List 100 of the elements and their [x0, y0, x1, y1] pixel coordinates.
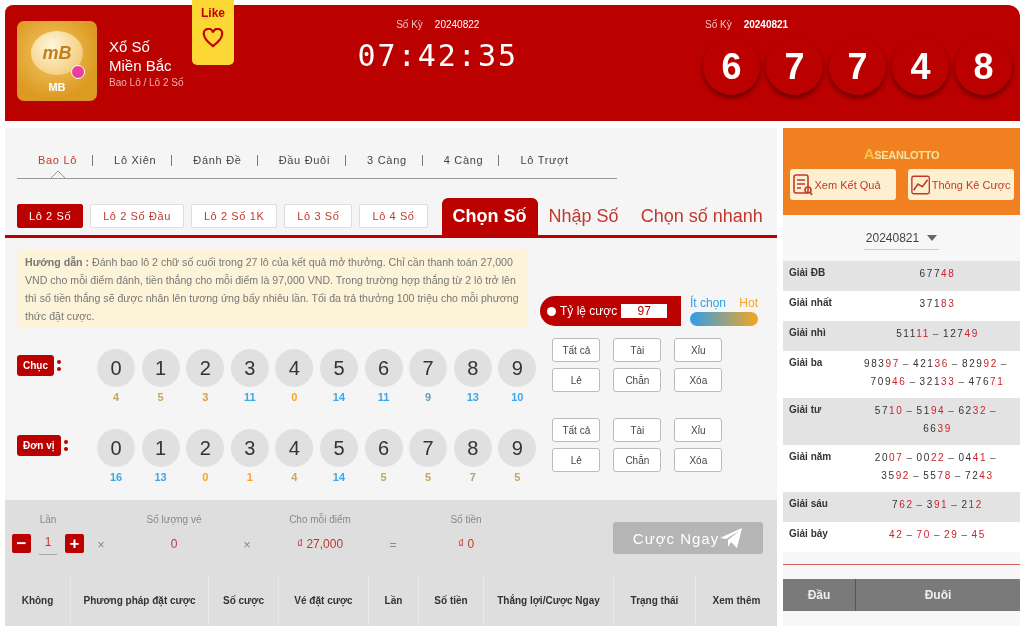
quick-pick-button[interactable]: Lẻ: [552, 448, 601, 472]
prize-label: Giải năm: [789, 451, 833, 462]
digit-ball[interactable]: 5: [319, 349, 358, 387]
prize-numbers: 67748: [918, 267, 957, 281]
digit-ball[interactable]: 0: [97, 429, 135, 467]
minus-button[interactable]: −: [12, 533, 31, 553]
digit-ball[interactable]: 3: [230, 349, 269, 387]
game-title: Xổ Số: [109, 37, 151, 56]
result-ball: 6: [703, 38, 760, 95]
column-header: Đầu: [783, 579, 856, 611]
sub-tab[interactable]: Lô 3 Số: [284, 204, 353, 228]
digit-ball[interactable]: 4: [275, 429, 314, 467]
mode-tab[interactable]: Chọn số nhanh: [629, 198, 774, 235]
quick-pick-button[interactable]: Lẻ: [552, 368, 601, 392]
prize-numbers: 98397 – 42136 – 82992 – 70946 – 32133 – 47671: [863, 357, 1009, 389]
quick-pick-button[interactable]: Xóa: [674, 448, 723, 472]
quick-pick-button[interactable]: Tài: [613, 418, 662, 442]
digit-count: 7: [469, 471, 476, 483]
game-tab[interactable]: Lô Xiên: [93, 142, 172, 178]
digit-ball[interactable]: 7: [409, 429, 448, 467]
sidebar-button[interactable]: Xem Kết Quả: [789, 169, 896, 200]
sub-tab[interactable]: Lô 2 Số: [17, 204, 84, 228]
result-ball: 7: [766, 38, 823, 95]
like-button[interactable]: Like: [192, 0, 234, 65]
column-header: Số cược: [209, 574, 279, 626]
game-tab[interactable]: 3 Càng: [346, 142, 422, 178]
sub-tab[interactable]: Lô 2 Số 1K: [190, 204, 278, 228]
date-dropdown[interactable]: 20240821: [863, 226, 940, 250]
digit-ball[interactable]: 7: [409, 349, 448, 387]
odds-label: Tỷ lệ cược: [560, 304, 618, 318]
digit-count: 0: [291, 391, 298, 403]
prize-label: Giải nhì: [789, 327, 827, 338]
digit-count: 5: [380, 471, 387, 483]
per-point-label: Cho mỗi điểm: [289, 514, 351, 525]
digit-count: 11: [377, 391, 390, 403]
digit-ball[interactable]: 8: [453, 349, 492, 387]
digit-count: 4: [291, 471, 298, 483]
plus-button[interactable]: +: [65, 533, 84, 553]
column-header: Phương pháp đặt cược: [71, 574, 209, 626]
digit-count: 0: [202, 471, 209, 483]
digit-ball[interactable]: 1: [141, 429, 180, 467]
digit-count: 16: [109, 471, 123, 483]
colon-icon: [63, 440, 68, 451]
quick-pick-button[interactable]: Tất cả: [552, 418, 601, 442]
prize-numbers: 2007 – 0022 – 0441 – 3592 – 5578 – 7243: [873, 451, 999, 483]
mode-tab[interactable]: Nhập Số: [537, 198, 630, 235]
digit-count: 4: [112, 391, 120, 403]
prize-label: Giải ĐB: [789, 267, 827, 278]
quick-pick-button[interactable]: Tài: [613, 338, 662, 362]
caret-icon: [927, 234, 938, 241]
digit-ball[interactable]: 0: [97, 349, 135, 387]
times-field[interactable]: 1: [39, 531, 57, 555]
digit-ball[interactable]: 9: [498, 429, 537, 467]
quick-pick-button[interactable]: Chẵn: [613, 448, 662, 472]
game-tab[interactable]: Đánh Đề: [172, 142, 257, 178]
quick-pick-button[interactable]: Xỉu: [674, 338, 723, 362]
sub-tab[interactable]: Lô 4 Số: [359, 204, 428, 228]
digit-count: 13: [154, 471, 167, 483]
quick-pick-button[interactable]: Chẵn: [613, 368, 662, 392]
game-tab[interactable]: Bao Lô: [17, 142, 93, 178]
breadcrumb: Bao Lô / Lô 2 Số: [109, 77, 184, 88]
digit-ball[interactable]: 1: [141, 349, 180, 387]
digit-ball[interactable]: 9: [498, 349, 537, 387]
column-header: Không: [5, 574, 71, 626]
brand-logo: ASEANLOTTO: [863, 145, 940, 162]
digit-ball[interactable]: 6: [364, 349, 403, 387]
game-tab[interactable]: 4 Càng: [422, 142, 499, 178]
prize-numbers: 762 – 391 – 212: [891, 498, 984, 512]
column-header: Lần: [369, 574, 419, 626]
sub-tab[interactable]: Lô 2 Số Đầu: [90, 204, 184, 228]
period-label: Số Kỳ: [705, 19, 732, 30]
digit-count: 14: [332, 391, 346, 403]
dot-icon: [547, 306, 556, 316]
result-ball: 7: [829, 38, 886, 95]
heart-icon: [202, 28, 224, 48]
digit-ball[interactable]: 4: [275, 349, 314, 387]
quick-pick-button[interactable]: Tất cả: [552, 338, 601, 362]
digit-ball[interactable]: 5: [319, 429, 358, 467]
column-header: Vé đặt cược: [279, 574, 369, 626]
digit-count: 5: [157, 391, 164, 403]
game-tab[interactable]: Lô Trượt: [499, 142, 584, 178]
odds-field[interactable]: 97: [621, 304, 668, 318]
sidebar-button[interactable]: Thông Kê Cược: [907, 169, 1014, 200]
result-ball: 8: [955, 38, 1012, 95]
cold-label: Ít chọn: [690, 296, 727, 310]
quick-pick-button[interactable]: Xỉu: [674, 418, 723, 442]
column-header: Xem thêm: [711, 593, 762, 608]
digit-ball[interactable]: 6: [364, 429, 403, 467]
digit-ball[interactable]: 3: [230, 429, 269, 467]
quick-pick-button[interactable]: Xóa: [674, 368, 723, 392]
prize-label: Giải bảy: [789, 528, 829, 539]
digit-count: 9: [425, 391, 432, 403]
digit-ball[interactable]: 8: [453, 429, 492, 467]
digit-count: 14: [332, 471, 346, 483]
column-header: Trạng thái: [614, 574, 696, 626]
times-label: Lần: [39, 514, 57, 525]
mode-tab[interactable]: Chọn Số: [441, 198, 538, 235]
game-tab[interactable]: Đầu Đuôi: [257, 142, 346, 178]
digit-ball[interactable]: 2: [186, 349, 225, 387]
digit-ball[interactable]: 2: [186, 429, 225, 467]
